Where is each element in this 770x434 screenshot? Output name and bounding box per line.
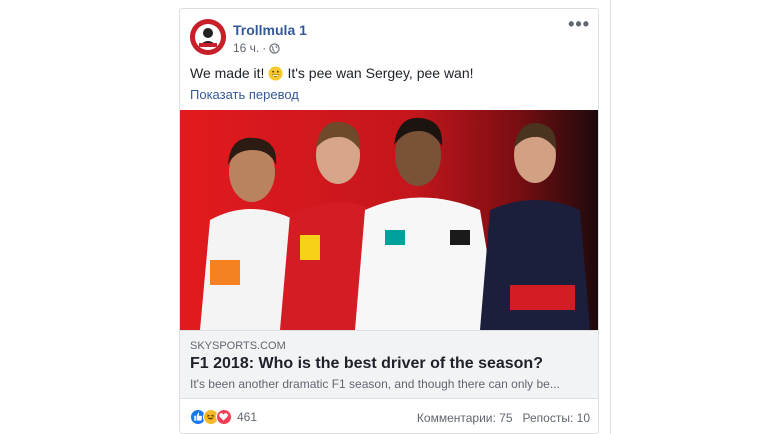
link-preview[interactable]: SKYSPORTS.COM F1 2018: Who is the best d… — [180, 330, 598, 399]
page-name-link[interactable]: Trollmula 1 — [233, 22, 307, 38]
shares-count-link[interactable]: Репосты: 10 — [523, 411, 590, 425]
more-options-icon[interactable]: ••• — [568, 15, 590, 33]
globe-icon[interactable] — [269, 42, 280, 54]
love-icon — [216, 409, 232, 425]
post-text-start: We made it! — [190, 65, 265, 81]
comments-count-link[interactable]: Комментарии: 75 — [417, 411, 513, 425]
show-translation-link[interactable]: Показать перевод — [190, 87, 299, 102]
reactions-summary[interactable]: 461 — [190, 409, 257, 425]
post-meta: 16 ч. · — [233, 41, 280, 55]
link-description: It's been another dramatic F1 season, an… — [190, 377, 560, 391]
post-text-end: It's pee wan Sergey, pee wan! — [287, 65, 474, 81]
avatar[interactable] — [190, 19, 226, 55]
grinning-face-emoji-icon — [268, 65, 283, 81]
post-text: We made it! It's pee wan Sergey, pee wan… — [190, 65, 474, 81]
link-domain: SKYSPORTS.COM — [190, 340, 286, 352]
post-timestamp[interactable]: 16 ч. — [233, 41, 259, 55]
link-title[interactable]: F1 2018: Who is the best driver of the s… — [190, 355, 543, 373]
link-preview-image[interactable] — [180, 110, 599, 330]
post-card: Trollmula 1 16 ч. · ••• We made it! It's… — [179, 8, 599, 434]
post-stats: Комментарии: 75 Репосты: 10 — [417, 411, 590, 425]
page-logo-icon — [190, 19, 226, 55]
feed-column-divider — [610, 0, 611, 434]
reaction-count: 461 — [237, 410, 258, 424]
post-footer: 461 Комментарии: 75 Репосты: 10 — [180, 399, 598, 433]
post-header: Trollmula 1 16 ч. · ••• — [180, 9, 598, 59]
meta-separator: · — [262, 41, 267, 55]
